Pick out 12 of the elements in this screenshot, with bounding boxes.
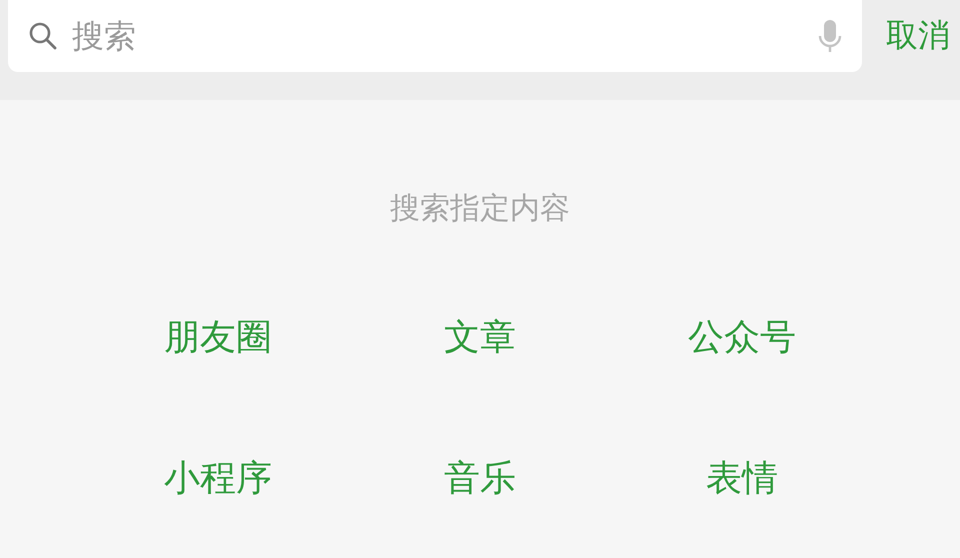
cancel-button[interactable]: 取消 — [886, 14, 950, 58]
category-link[interactable]: 公众号 — [688, 313, 796, 362]
category-link[interactable]: 文章 — [444, 313, 516, 362]
search-field[interactable]: 搜索 — [70, 16, 806, 56]
hint-text: 搜索指定内容 — [390, 190, 570, 228]
category-link[interactable]: 小程序 — [164, 454, 272, 503]
category-link[interactable]: 音乐 — [444, 454, 516, 503]
category-link[interactable]: 朋友圈 — [164, 313, 272, 362]
category-link[interactable]: 表情 — [706, 454, 778, 503]
search-bar[interactable]: 搜索 — [8, 0, 862, 72]
search-icon — [28, 21, 58, 51]
microphone-icon[interactable] — [818, 18, 842, 54]
